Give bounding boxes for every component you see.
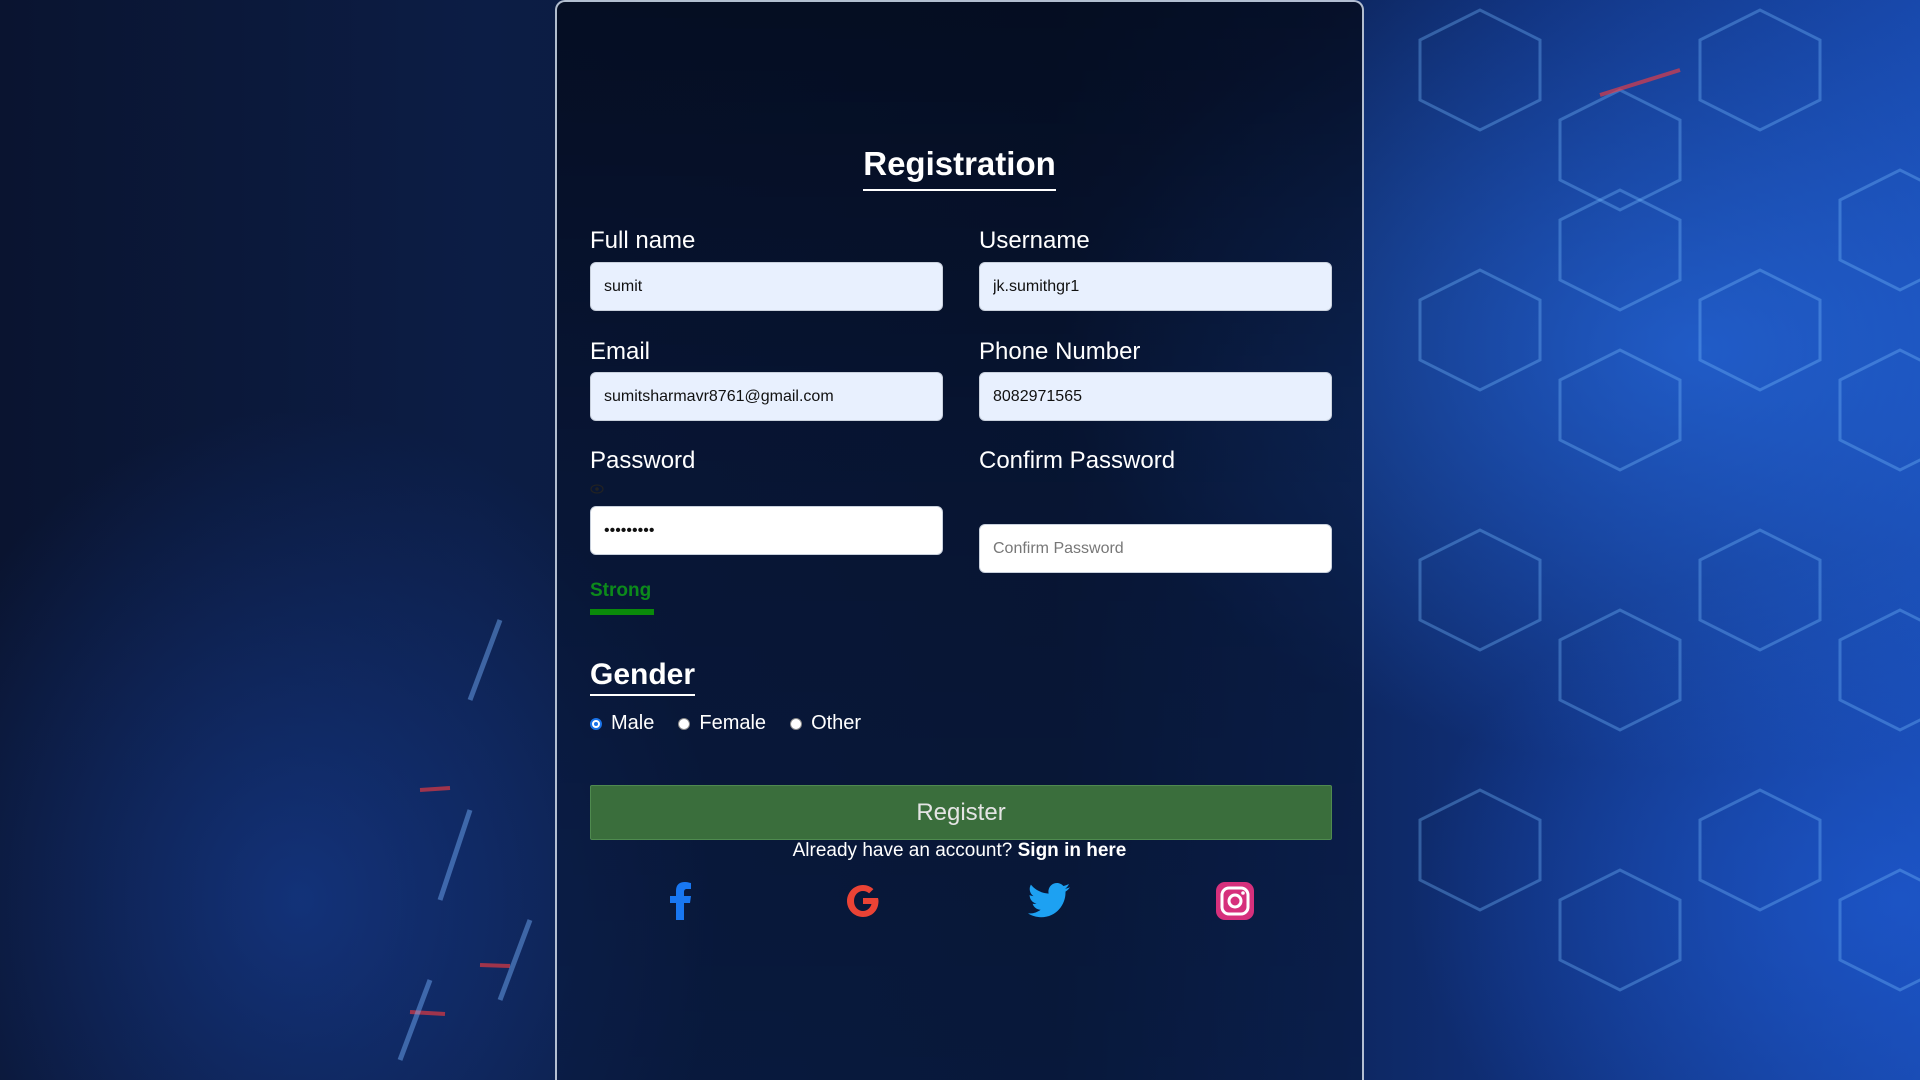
confirm-password-label: Confirm Password <box>979 447 1176 474</box>
full-name-label: Full name <box>590 227 696 254</box>
confirm-password-input[interactable] <box>979 524 1332 573</box>
password-strength-text: Strong <box>590 580 652 601</box>
radio-unchecked-icon <box>678 717 691 730</box>
password-input[interactable] <box>590 506 943 555</box>
phone-input[interactable] <box>979 372 1332 421</box>
google-icon[interactable] <box>842 880 884 922</box>
password-label: Password <box>590 447 696 474</box>
gender-options: Male Female Other <box>590 712 885 735</box>
password-strength-bar <box>590 609 654 615</box>
username-label: Username <box>979 227 1090 254</box>
facebook-icon[interactable] <box>660 880 702 922</box>
gender-other-radio[interactable]: Other <box>790 712 861 735</box>
gender-title: Gender <box>590 658 696 696</box>
gender-female-radio[interactable]: Female <box>678 712 766 735</box>
gender-male-radio[interactable]: Male <box>590 712 654 735</box>
email-input[interactable] <box>590 372 943 421</box>
email-label: Email <box>590 338 651 365</box>
full-name-input[interactable] <box>590 262 943 311</box>
eye-icon[interactable] <box>590 481 604 497</box>
username-input[interactable] <box>979 262 1332 311</box>
twitter-icon[interactable] <box>1028 880 1070 922</box>
page-title: Registration <box>557 145 1362 191</box>
instagram-icon[interactable] <box>1214 880 1256 922</box>
radio-checked-icon <box>590 717 602 730</box>
phone-label: Phone Number <box>979 338 1141 365</box>
signin-link[interactable]: Sign in here <box>1018 840 1127 861</box>
radio-unchecked-icon <box>790 717 803 730</box>
register-button[interactable]: Register <box>590 785 1332 840</box>
registration-panel: Registration Full name Username Email Ph… <box>555 0 1364 1080</box>
signin-prompt: Already have an account? Sign in here <box>792 840 1127 861</box>
